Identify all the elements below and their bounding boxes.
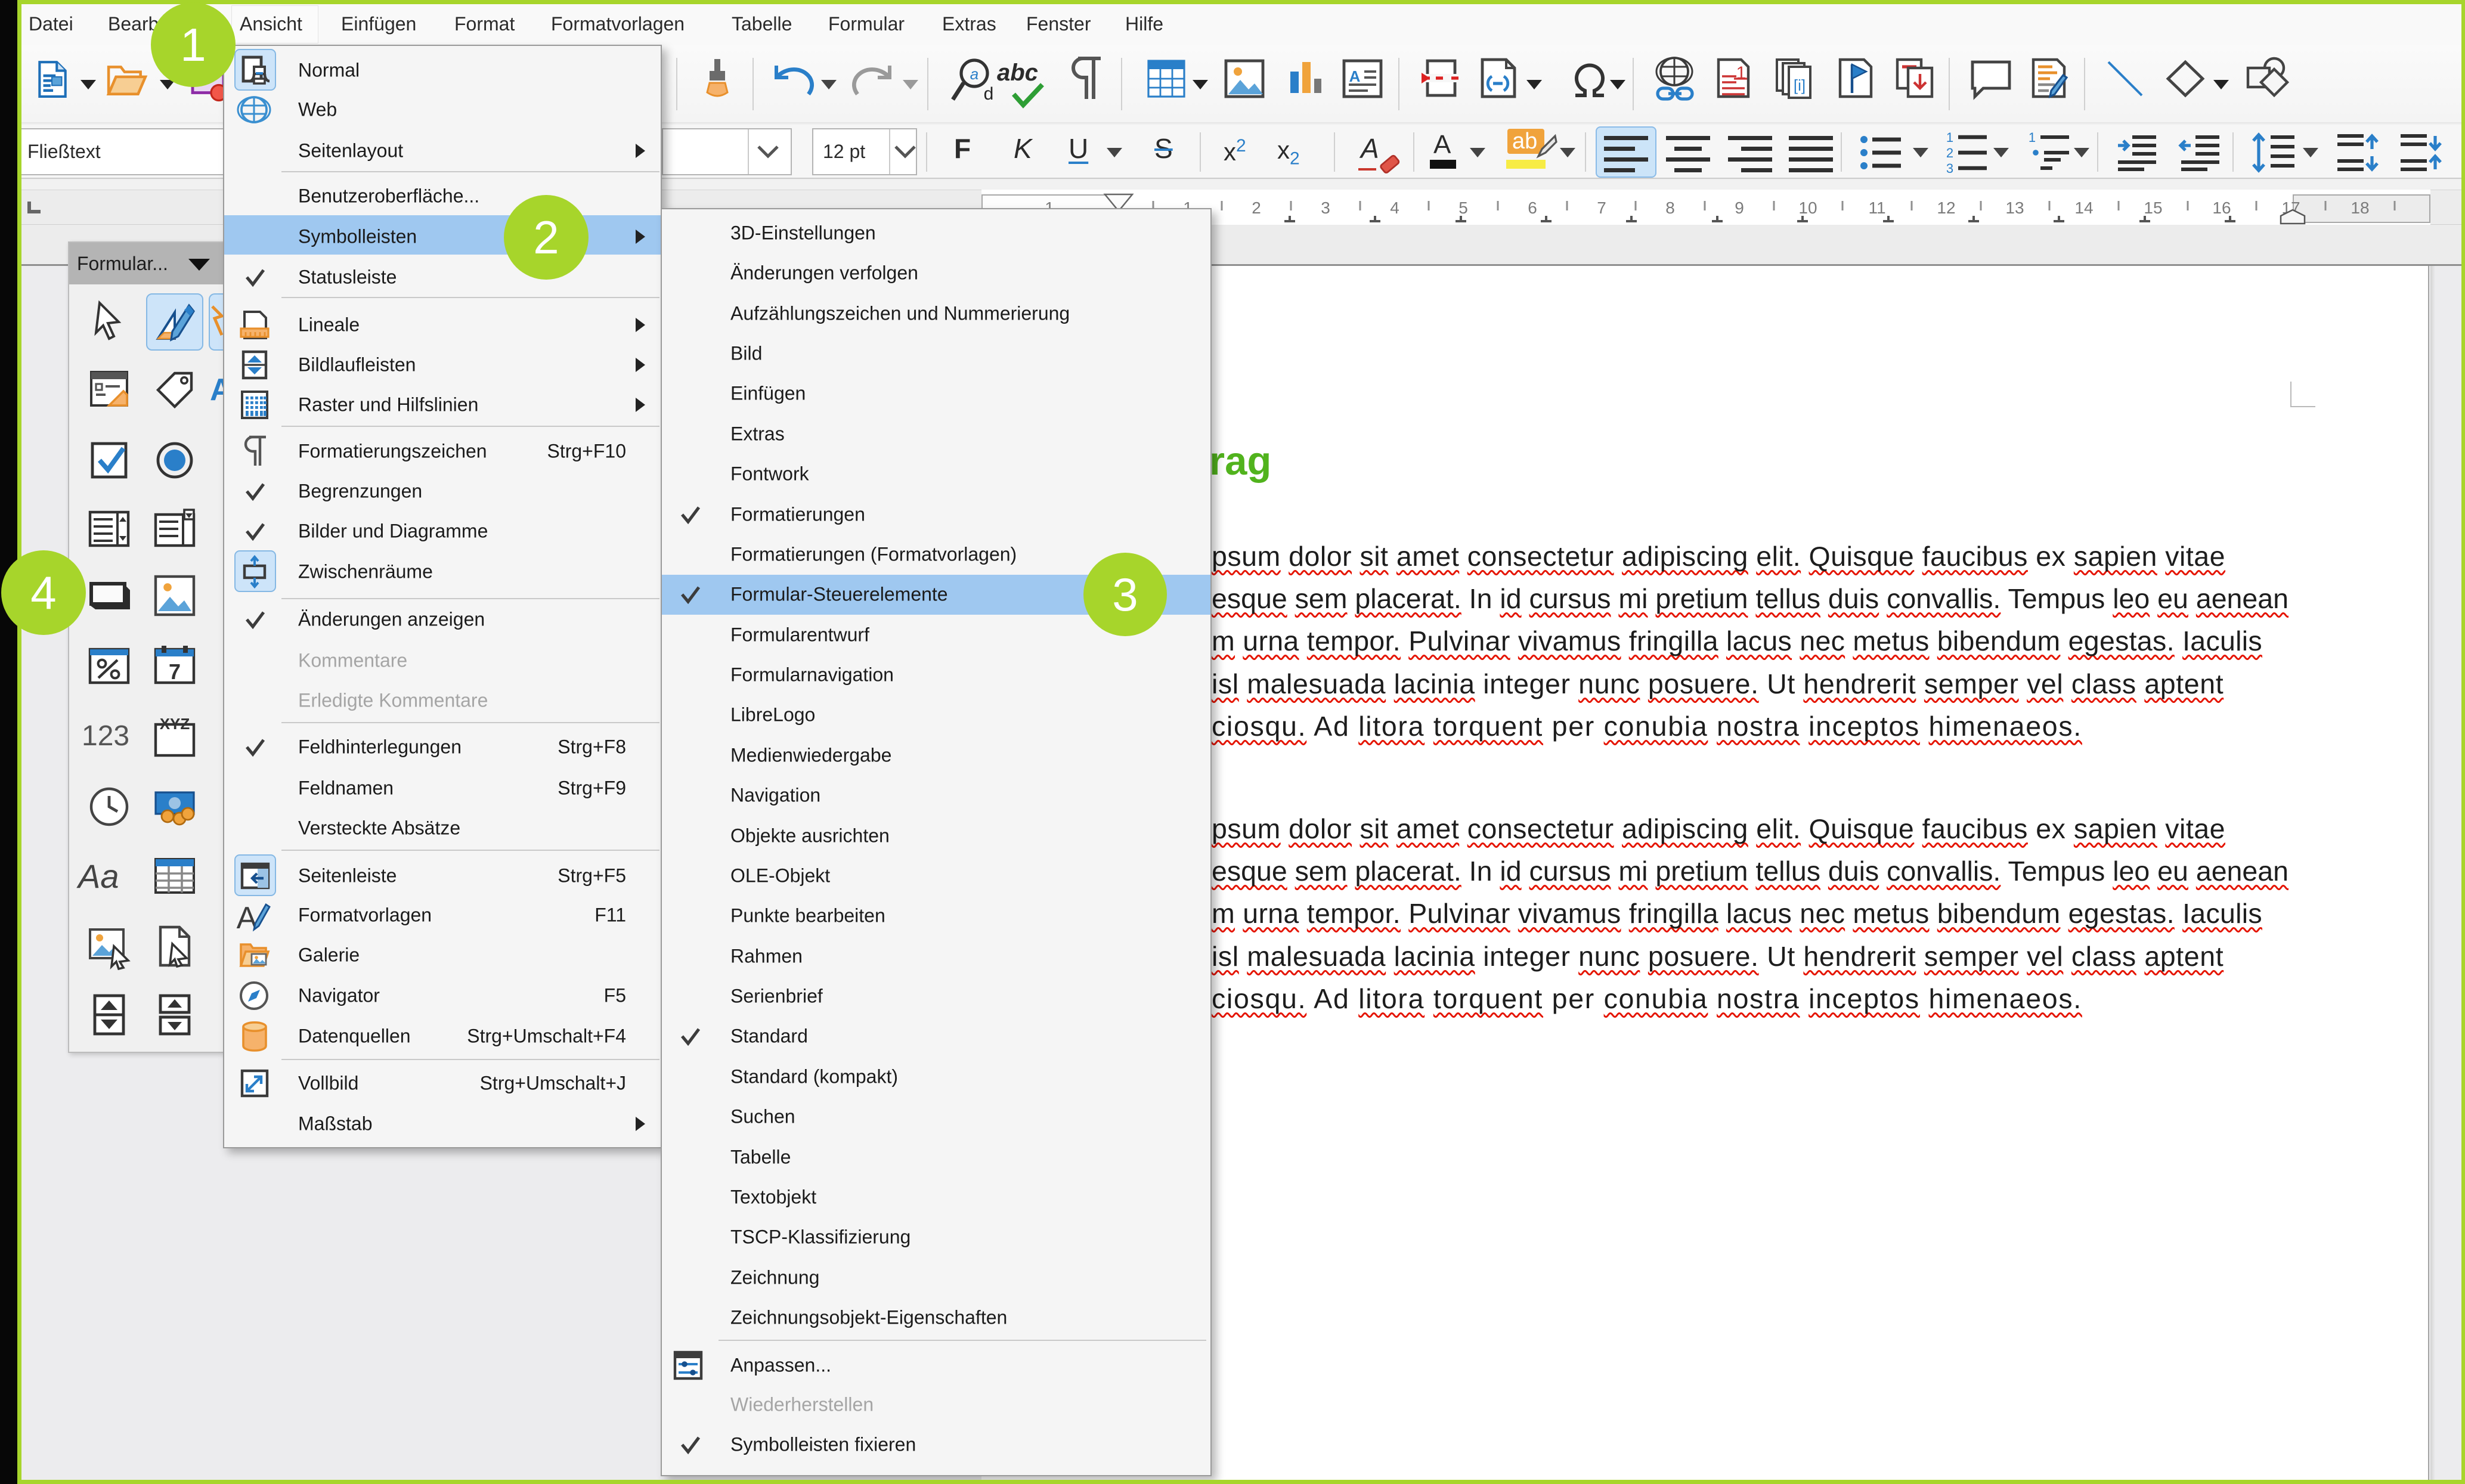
svg-text:1: 1 [1736, 63, 1746, 83]
svg-text:XYZ: XYZ [160, 715, 190, 733]
svg-text:7: 7 [169, 659, 181, 684]
svg-text:1: 1 [2029, 130, 2036, 145]
svg-text:d: d [984, 84, 994, 104]
svg-text:[i]: [i] [1794, 76, 1806, 94]
svg-text:a: a [970, 65, 978, 83]
svg-text:2: 2 [1946, 145, 1953, 160]
svg-text:A: A [1349, 67, 1361, 85]
svg-text:3: 3 [1946, 161, 1953, 176]
svg-text:1: 1 [1946, 130, 1953, 145]
